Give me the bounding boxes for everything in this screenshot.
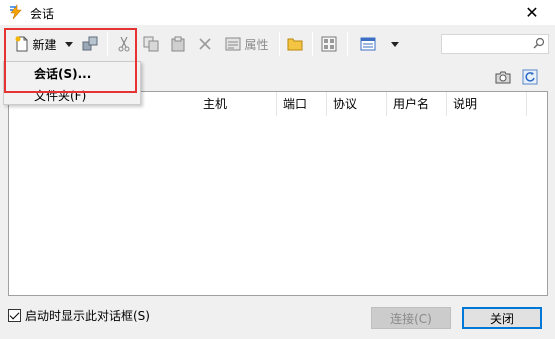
paste-button[interactable] [168, 33, 188, 55]
new-dropdown-arrow[interactable] [63, 33, 75, 55]
toolbar-separator [347, 32, 348, 56]
column-header-description[interactable]: 说明 [447, 92, 527, 116]
show-on-startup-label: 启动时显示此对话框(S) [25, 309, 150, 323]
copy-icon [143, 36, 159, 52]
delete-icon [199, 38, 211, 50]
folder-icon [287, 37, 303, 51]
toolbar: 新建 属性 [0, 28, 555, 62]
new-button[interactable]: 新建 [9, 33, 63, 55]
close-icon[interactable]: ✕ [509, 0, 555, 25]
session-manager-button[interactable] [318, 33, 340, 55]
properties-label: 属性 [244, 37, 269, 52]
view-dropdown-arrow[interactable] [388, 33, 402, 55]
menu-item-session[interactable]: 会话(S)... [4, 63, 140, 85]
column-header-username[interactable]: 用户名 [387, 92, 447, 116]
dropdown-arrow-icon [65, 41, 73, 47]
refresh-icon[interactable] [522, 69, 538, 88]
cut-button[interactable] [114, 33, 134, 55]
properties-button[interactable]: 属性 [222, 33, 272, 55]
toolbar-separator [279, 32, 280, 56]
lightning-icon [8, 4, 24, 20]
new-doc-icon [15, 36, 29, 52]
toolbar-separator [312, 32, 313, 56]
properties-icon [225, 36, 241, 52]
toolbar-separator [107, 32, 108, 56]
new-dropdown-menu: 会话(S)... 文件夹(F) [3, 61, 141, 105]
show-on-startup-checkbox[interactable]: 启动时显示此对话框(S) [8, 307, 150, 324]
copy-button[interactable] [141, 33, 161, 55]
window-title: 会话 [30, 7, 55, 21]
title-bar: 会话 ✕ [0, 0, 555, 25]
search-icon[interactable] [533, 37, 545, 52]
paste-icon [170, 36, 186, 52]
new-button-label: 新建 [32, 37, 57, 52]
view-icon [360, 37, 376, 51]
close-button[interactable]: 关闭 [462, 307, 542, 329]
connect-button[interactable] [80, 33, 100, 55]
column-header-protocol[interactable]: 协议 [327, 92, 387, 116]
column-header-port[interactable]: 端口 [277, 92, 327, 116]
connect-button-footer[interactable]: 连接(C) [371, 307, 451, 329]
session-list[interactable]: 主机 端口 协议 用户名 说明 [8, 91, 548, 296]
view-button[interactable] [358, 33, 378, 55]
checkbox-box[interactable] [8, 309, 21, 322]
camera-icon[interactable] [494, 69, 512, 88]
delete-button[interactable] [195, 33, 215, 55]
menu-item-folder[interactable]: 文件夹(F) [4, 85, 140, 107]
connect-icon [82, 36, 98, 52]
column-header-host[interactable]: 主机 [197, 92, 277, 116]
cut-icon [117, 36, 131, 52]
session-icon [321, 36, 337, 52]
new-folder-button[interactable] [285, 33, 305, 55]
dropdown-arrow-icon [391, 41, 399, 47]
